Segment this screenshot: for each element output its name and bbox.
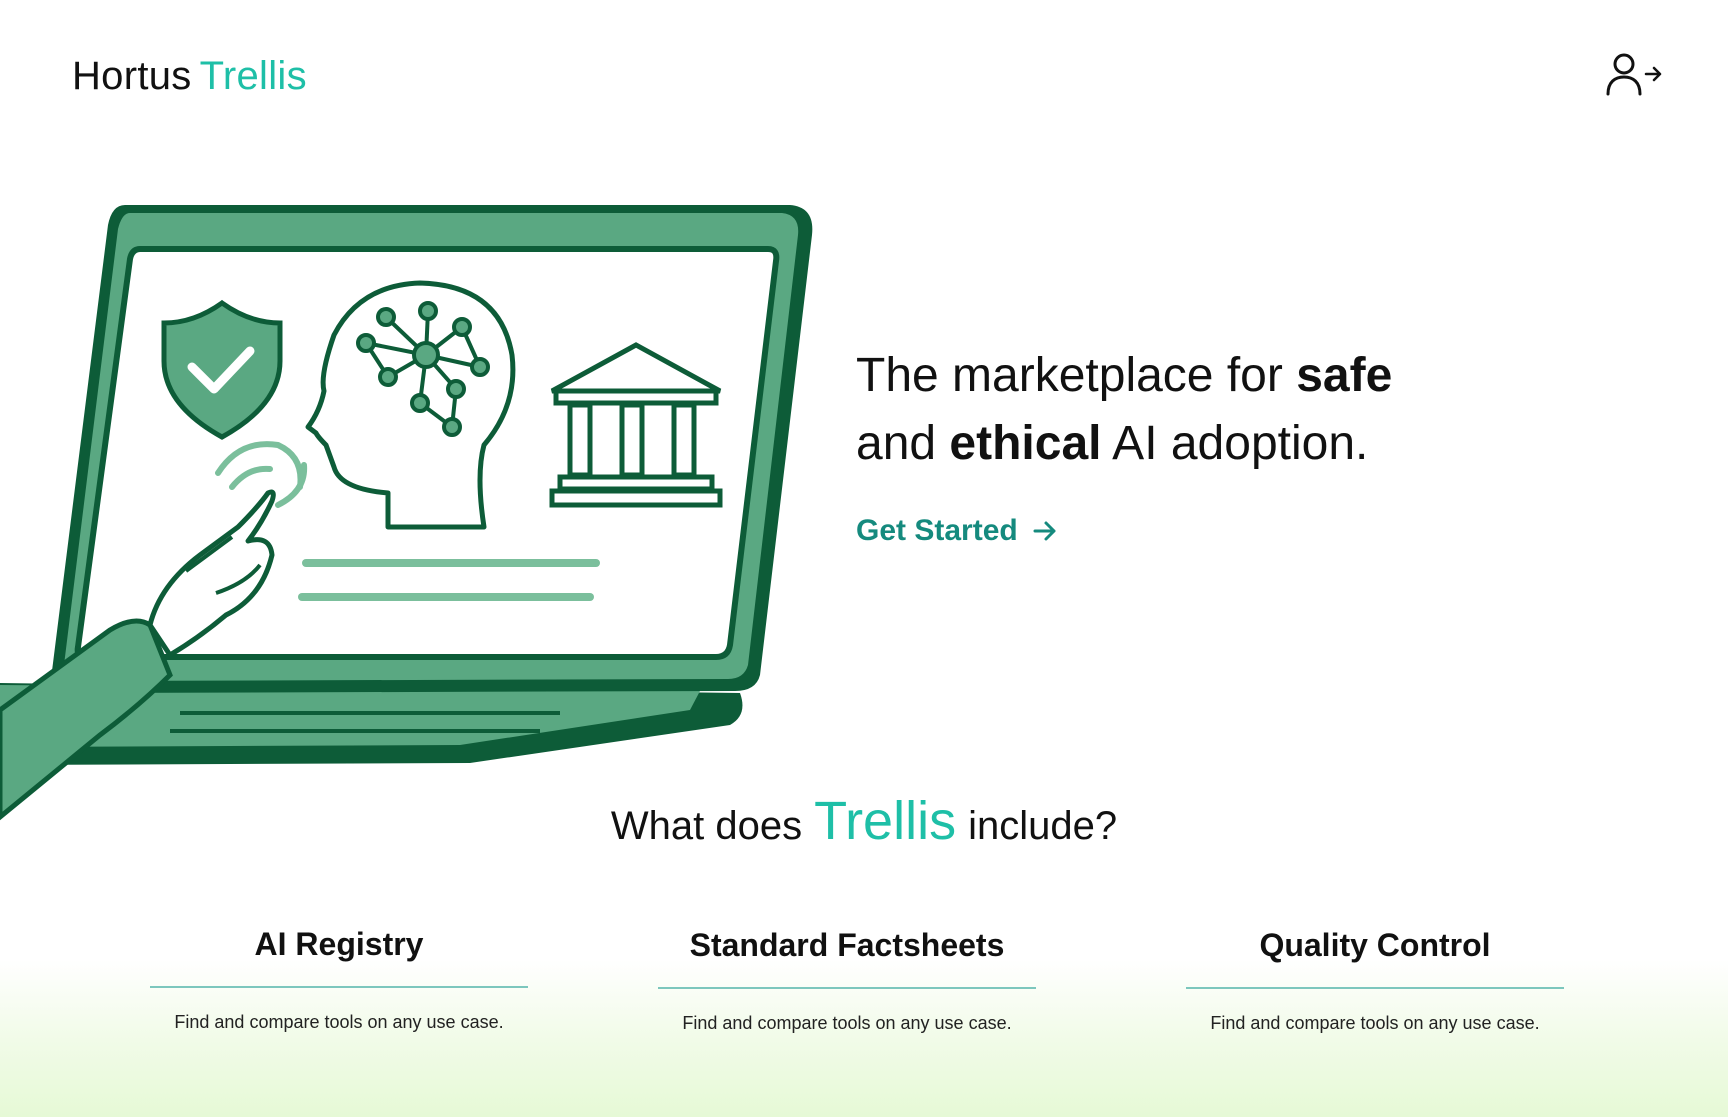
get-started-link[interactable]: Get Started xyxy=(856,514,1058,548)
feature-standard-factsheets: Standard Factsheets Find and compare too… xyxy=(658,923,1036,1034)
arrow-right-icon xyxy=(1033,521,1056,541)
includes-title-brand: Trellis xyxy=(814,791,957,851)
feature-description: Find and compare tools on any use case. xyxy=(174,1012,504,1032)
feature-title: Quality Control xyxy=(1186,923,1564,989)
hero-headline: The marketplace for safe and ethical AI a… xyxy=(856,342,1556,478)
feature-title: AI Registry xyxy=(150,922,528,988)
logo-word-trellis: Trellis xyxy=(199,54,307,98)
feature-title: Standard Factsheets xyxy=(658,923,1036,989)
headline-bold-ethical: ethical xyxy=(949,417,1102,470)
feature-description: Find and compare tools on any use case. xyxy=(682,1013,1012,1033)
headline-part-3: AI adoption. xyxy=(1101,417,1369,470)
user-arrow-right-icon xyxy=(1606,53,1662,96)
get-started-label: Get Started xyxy=(856,514,1018,547)
headline-bold-safe: safe xyxy=(1296,349,1393,402)
includes-title-after: include? xyxy=(968,804,1118,848)
logo[interactable]: Hortus Trellis xyxy=(72,52,307,100)
headline-part-1: The marketplace for xyxy=(856,349,1297,402)
hero-illustration xyxy=(0,205,813,821)
headline-part-2: and xyxy=(856,417,950,470)
feature-ai-registry: AI Registry Find and compare tools on an… xyxy=(150,922,528,1033)
feature-quality-control: Quality Control Find and compare tools o… xyxy=(1186,923,1564,1034)
logo-word-hortus: Hortus xyxy=(72,54,192,98)
includes-title: What does Trellis include? xyxy=(0,790,1728,852)
feature-description: Find and compare tools on any use case. xyxy=(1210,1013,1540,1033)
includes-title-before: What does xyxy=(610,804,803,848)
account-button[interactable] xyxy=(1604,52,1664,98)
